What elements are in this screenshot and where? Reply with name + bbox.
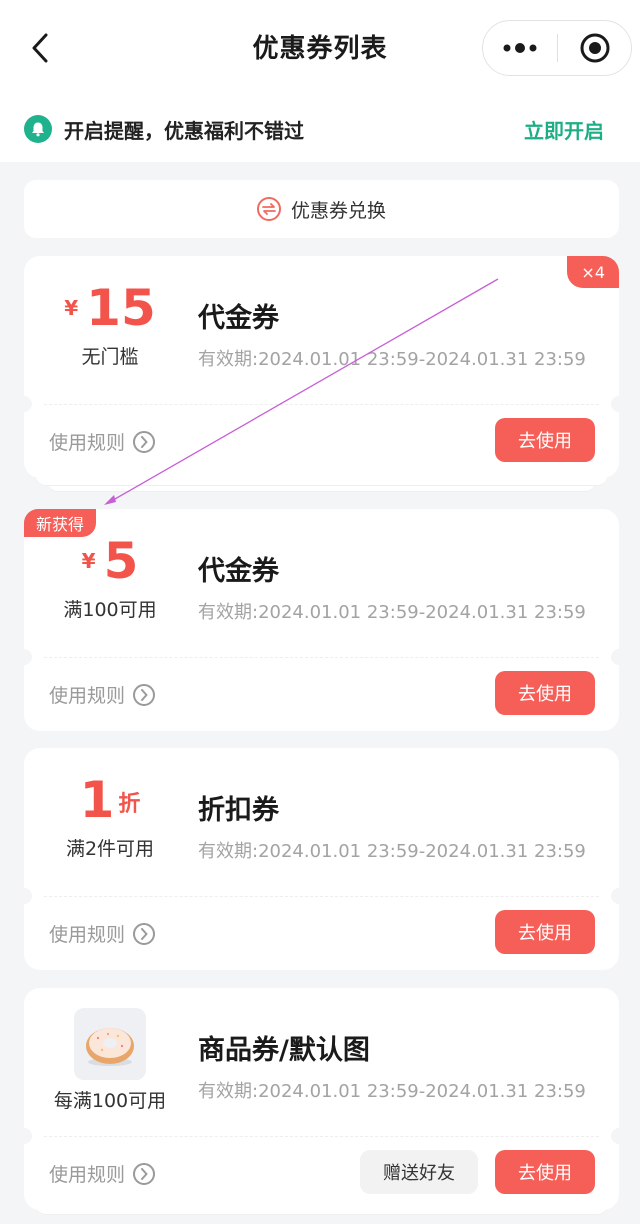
- use-coupon-button[interactable]: 去使用: [495, 910, 595, 954]
- use-coupon-button[interactable]: 去使用: [495, 418, 595, 462]
- coupon-discount: 1: [79, 771, 115, 829]
- coupon-value-block: ¥5 满100可用: [24, 529, 196, 622]
- coupon-value-block: 每满100可用: [24, 1008, 196, 1113]
- card-notch: [16, 1128, 32, 1144]
- coupon-name: 折扣券: [198, 795, 279, 826]
- discount-unit: 折: [118, 792, 141, 817]
- card-notch: [16, 888, 32, 904]
- close-mini-program-button[interactable]: [558, 21, 631, 75]
- use-coupon-button[interactable]: 去使用: [495, 1150, 595, 1194]
- usage-rules-link[interactable]: 使用规则: [49, 1160, 156, 1187]
- coupon-validity: 有效期:2024.01.01 23:59-2024.01.31 23:59: [198, 349, 586, 370]
- notification-text: 开启提醒，优惠福利不错过: [64, 118, 304, 143]
- chevron-right-circle-icon: [133, 922, 156, 945]
- card-notch: [611, 888, 627, 904]
- top-bar: 优惠券列表: [0, 0, 640, 96]
- coupon-condition: 无门槛: [81, 346, 139, 368]
- card-divider: [44, 657, 599, 658]
- coupon-amount: 5: [103, 532, 139, 590]
- card-divider: [44, 1136, 599, 1137]
- card-notch: [611, 649, 627, 665]
- usage-rules-label: 使用规则: [49, 924, 126, 946]
- exchange-label: 优惠券兑换: [290, 199, 386, 222]
- mini-program-capsule: [482, 20, 632, 76]
- coupon-card: ×4 ¥15 无门槛 代金券 有效期:2024.01.01 23:59-2024…: [16, 256, 627, 478]
- usage-rules-label: 使用规则: [49, 432, 126, 454]
- card-notch: [16, 649, 32, 665]
- more-button[interactable]: [483, 21, 557, 75]
- coupon-condition: 每满100可用: [53, 1090, 167, 1112]
- gift-to-friend-button[interactable]: 赠送好友: [360, 1150, 478, 1194]
- coupon-validity: 有效期:2024.01.01 23:59-2024.01.31 23:59: [198, 602, 586, 623]
- card-divider: [44, 896, 599, 897]
- enable-reminder-link[interactable]: 立即开启: [524, 115, 604, 144]
- donut-image: [74, 1008, 146, 1080]
- card-notch: [611, 396, 627, 412]
- coupon-value-block: ¥15 无门槛: [24, 276, 196, 369]
- mini-program-close-icon: [580, 33, 609, 63]
- usage-rules-link[interactable]: 使用规则: [49, 920, 156, 947]
- coupon-condition: 满100可用: [63, 599, 157, 621]
- card-notch: [16, 396, 32, 412]
- coupon-name: 商品券/默认图: [198, 1035, 370, 1066]
- chevron-right-circle-icon: [133, 1162, 156, 1185]
- coupon-name: 代金券: [198, 303, 279, 334]
- coupon-condition: 满2件可用: [65, 838, 155, 860]
- coupon-price: ¥15: [24, 276, 196, 340]
- coupon-validity: 有效期:2024.01.01 23:59-2024.01.31 23:59: [198, 841, 586, 862]
- coupon-card: 每满100可用 商品券/默认图 有效期:2024.01.01 23:59-202…: [16, 988, 627, 1210]
- chevron-right-circle-icon: [133, 430, 156, 453]
- usage-rules-link[interactable]: 使用规则: [49, 428, 156, 455]
- currency-symbol: ¥: [81, 549, 96, 573]
- use-coupon-button[interactable]: 去使用: [495, 671, 595, 715]
- card-notch: [611, 1128, 627, 1144]
- card-divider: [44, 404, 599, 405]
- usage-rules-label: 使用规则: [49, 685, 126, 707]
- bell-icon: [24, 115, 52, 143]
- usage-rules-link[interactable]: 使用规则: [49, 681, 156, 708]
- currency-symbol: ¥: [64, 296, 79, 320]
- exchange-icon: [256, 197, 281, 221]
- coupon-value-block: 1折 满2件可用: [24, 768, 196, 861]
- coupon-count-badge: ×4: [567, 256, 619, 288]
- coupon-price: 1折: [24, 768, 196, 832]
- coupon-validity: 有效期:2024.01.01 23:59-2024.01.31 23:59: [198, 1081, 586, 1102]
- coupon-exchange-button[interactable]: 优惠券兑换: [24, 180, 619, 238]
- coupon-amount: 15: [86, 279, 156, 337]
- usage-rules-label: 使用规则: [49, 1164, 126, 1186]
- coupon-card: 新获得 ¥5 满100可用 代金券 有效期:2024.01.01 23:59-2…: [16, 509, 627, 731]
- coupon-price: ¥5: [24, 529, 196, 593]
- chevron-right-circle-icon: [133, 683, 156, 706]
- coupon-card: 1折 满2件可用 折扣券 有效期:2024.01.01 23:59-2024.0…: [16, 748, 627, 970]
- coupon-name: 代金券: [198, 556, 279, 587]
- more-dots-icon: [503, 43, 537, 53]
- notification-bar: 开启提醒，优惠福利不错过 立即开启: [0, 96, 640, 162]
